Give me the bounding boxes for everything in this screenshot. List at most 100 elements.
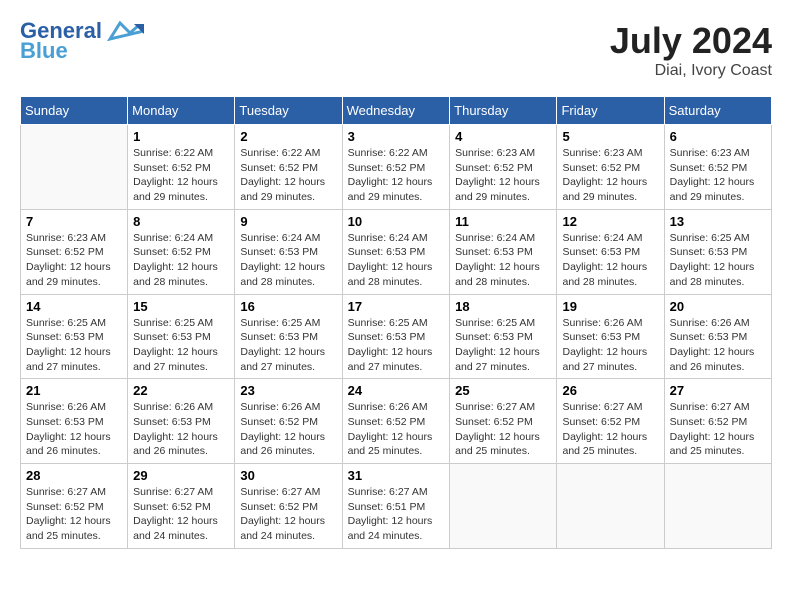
day-info: Sunrise: 6:25 AM Sunset: 6:53 PM Dayligh… [133,316,229,375]
calendar-cell: 24Sunrise: 6:26 AM Sunset: 6:52 PM Dayli… [342,379,450,464]
calendar-cell: 28 Sunrise: 6:27 AM Sunset: 6:52 PM Dayli… [21,464,128,549]
day-info: Sunrise: 6:23 AM Sunset: 6:52 PM Dayligh… [562,146,658,205]
day-info: Sunrise: 6:24 AM Sunset: 6:53 PM Dayligh… [240,231,336,290]
day-info: Sunrise: 6:23 AM Sunset: 6:52 PM Dayligh… [670,146,766,205]
day-info: Sunrise: 6:27 AM Sunset: 6:52 PM Dayligh… [455,400,551,459]
day-number: 26 [562,383,658,398]
day-number: 8 [133,214,229,229]
day-header-sunday: Sunday [21,97,128,125]
calendar-cell [450,464,557,549]
day-info: Sunrise: 6:25 AM Sunset: 6:53 PM Dayligh… [240,316,336,375]
calendar-cell: 4 Sunrise: 6:23 AM Sunset: 6:52 PM Daylig… [450,125,557,210]
day-number: 7 [26,214,122,229]
week-row-2: 7 Sunrise: 6:23 AM Sunset: 6:52 PM Daylig… [21,209,772,294]
day-info: Sunrise: 6:26 AM Sunset: 6:52 PM Dayligh… [240,400,336,459]
day-number: 13 [670,214,766,229]
day-number: 11 [455,214,551,229]
day-info: Sunrise: 6:27 AM Sunset: 6:52 PM Dayligh… [26,485,122,544]
day-info: Sunrise: 6:27 AM Sunset: 6:52 PM Dayligh… [240,485,336,544]
calendar-cell: 12Sunrise: 6:24 AM Sunset: 6:53 PM Dayli… [557,209,664,294]
calendar-cell: 26 Sunrise: 6:27 AM Sunset: 6:52 PM Dayli… [557,379,664,464]
week-row-1: 1 Sunrise: 6:22 AM Sunset: 6:52 PM Daylig… [21,125,772,210]
day-info: Sunrise: 6:26 AM Sunset: 6:53 PM Dayligh… [133,400,229,459]
logo-icon [106,21,144,41]
day-number: 17 [348,299,445,314]
title-area: July 2024 Diai, Ivory Coast [610,20,772,80]
calendar-cell: 21Sunrise: 6:26 AM Sunset: 6:53 PM Dayli… [21,379,128,464]
day-number: 21 [26,383,122,398]
calendar-cell: 29 Sunrise: 6:27 AM Sunset: 6:52 PM Dayli… [128,464,235,549]
day-info: Sunrise: 6:25 AM Sunset: 6:53 PM Dayligh… [455,316,551,375]
day-number: 31 [348,468,445,483]
calendar-cell: 31 Sunrise: 6:27 AM Sunset: 6:51 PM Dayli… [342,464,450,549]
calendar-cell: 14 Sunrise: 6:25 AM Sunset: 6:53 PM Dayli… [21,294,128,379]
day-number: 15 [133,299,229,314]
calendar-cell: 3Sunrise: 6:22 AM Sunset: 6:52 PM Daylig… [342,125,450,210]
day-info: Sunrise: 6:24 AM Sunset: 6:53 PM Dayligh… [348,231,445,290]
day-info: Sunrise: 6:26 AM Sunset: 6:53 PM Dayligh… [562,316,658,375]
calendar-cell: 30 Sunrise: 6:27 AM Sunset: 6:52 PM Dayli… [235,464,342,549]
calendar-cell: 8Sunrise: 6:24 AM Sunset: 6:52 PM Daylig… [128,209,235,294]
day-header-monday: Monday [128,97,235,125]
day-number: 4 [455,129,551,144]
calendar-cell: 10 Sunrise: 6:24 AM Sunset: 6:53 PM Dayli… [342,209,450,294]
calendar-cell: 25Sunrise: 6:27 AM Sunset: 6:52 PM Dayli… [450,379,557,464]
day-info: Sunrise: 6:22 AM Sunset: 6:52 PM Dayligh… [240,146,336,205]
day-info: Sunrise: 6:24 AM Sunset: 6:53 PM Dayligh… [562,231,658,290]
week-row-5: 28 Sunrise: 6:27 AM Sunset: 6:52 PM Dayli… [21,464,772,549]
day-number: 5 [562,129,658,144]
calendar-cell: 15 Sunrise: 6:25 AM Sunset: 6:53 PM Dayli… [128,294,235,379]
day-number: 28 [26,468,122,483]
day-number: 29 [133,468,229,483]
calendar-cell: 23 Sunrise: 6:26 AM Sunset: 6:52 PM Dayli… [235,379,342,464]
calendar-cell: 11 Sunrise: 6:24 AM Sunset: 6:53 PM Dayli… [450,209,557,294]
calendar-cell: 19 Sunrise: 6:26 AM Sunset: 6:53 PM Dayli… [557,294,664,379]
day-number: 10 [348,214,445,229]
location-subtitle: Diai, Ivory Coast [610,62,772,80]
day-header-saturday: Saturday [664,97,771,125]
day-info: Sunrise: 6:27 AM Sunset: 6:52 PM Dayligh… [562,400,658,459]
calendar-cell: 2 Sunrise: 6:22 AM Sunset: 6:52 PM Daylig… [235,125,342,210]
day-info: Sunrise: 6:24 AM Sunset: 6:53 PM Dayligh… [455,231,551,290]
day-number: 2 [240,129,336,144]
day-number: 14 [26,299,122,314]
day-header-tuesday: Tuesday [235,97,342,125]
day-info: Sunrise: 6:26 AM Sunset: 6:53 PM Dayligh… [670,316,766,375]
week-row-4: 21 Sunrise: 6:26 AM Sunset: 6:53 PM Dayli… [21,379,772,464]
calendar-cell: 9 Sunrise: 6:24 AM Sunset: 6:53 PM Daylig… [235,209,342,294]
calendar-cell: 20Sunrise: 6:26 AM Sunset: 6:53 PM Dayli… [664,294,771,379]
page-header: General Blue July 2024 Diai, Ivory Coast [20,20,772,80]
logo-blue: Blue [20,38,68,64]
calendar-cell: 22Sunrise: 6:26 AM Sunset: 6:53 PM Dayli… [128,379,235,464]
calendar-cell: 7 Sunrise: 6:23 AM Sunset: 6:52 PM Daylig… [21,209,128,294]
day-number: 27 [670,383,766,398]
calendar-cell: 1Sunrise: 6:22 AM Sunset: 6:52 PM Daylig… [128,125,235,210]
day-number: 1 [133,129,229,144]
day-info: Sunrise: 6:23 AM Sunset: 6:52 PM Dayligh… [26,231,122,290]
calendar-cell [557,464,664,549]
day-info: Sunrise: 6:25 AM Sunset: 6:53 PM Dayligh… [670,231,766,290]
day-info: Sunrise: 6:26 AM Sunset: 6:52 PM Dayligh… [348,400,445,459]
day-info: Sunrise: 6:27 AM Sunset: 6:52 PM Dayligh… [670,400,766,459]
calendar-header-row: SundayMondayTuesdayWednesdayThursdayFrid… [21,97,772,125]
day-info: Sunrise: 6:27 AM Sunset: 6:52 PM Dayligh… [133,485,229,544]
day-header-thursday: Thursday [450,97,557,125]
calendar-cell: 17 Sunrise: 6:25 AM Sunset: 6:53 PM Dayli… [342,294,450,379]
day-number: 18 [455,299,551,314]
day-info: Sunrise: 6:23 AM Sunset: 6:52 PM Dayligh… [455,146,551,205]
calendar-cell: 6Sunrise: 6:23 AM Sunset: 6:52 PM Daylig… [664,125,771,210]
day-info: Sunrise: 6:25 AM Sunset: 6:53 PM Dayligh… [348,316,445,375]
day-number: 30 [240,468,336,483]
day-info: Sunrise: 6:25 AM Sunset: 6:53 PM Dayligh… [26,316,122,375]
day-info: Sunrise: 6:27 AM Sunset: 6:51 PM Dayligh… [348,485,445,544]
calendar-table: SundayMondayTuesdayWednesdayThursdayFrid… [20,96,772,549]
day-number: 3 [348,129,445,144]
day-number: 19 [562,299,658,314]
day-number: 23 [240,383,336,398]
calendar-cell: 16 Sunrise: 6:25 AM Sunset: 6:53 PM Dayli… [235,294,342,379]
day-number: 9 [240,214,336,229]
week-row-3: 14 Sunrise: 6:25 AM Sunset: 6:53 PM Dayli… [21,294,772,379]
day-header-friday: Friday [557,97,664,125]
calendar-cell: 18 Sunrise: 6:25 AM Sunset: 6:53 PM Dayli… [450,294,557,379]
day-number: 16 [240,299,336,314]
